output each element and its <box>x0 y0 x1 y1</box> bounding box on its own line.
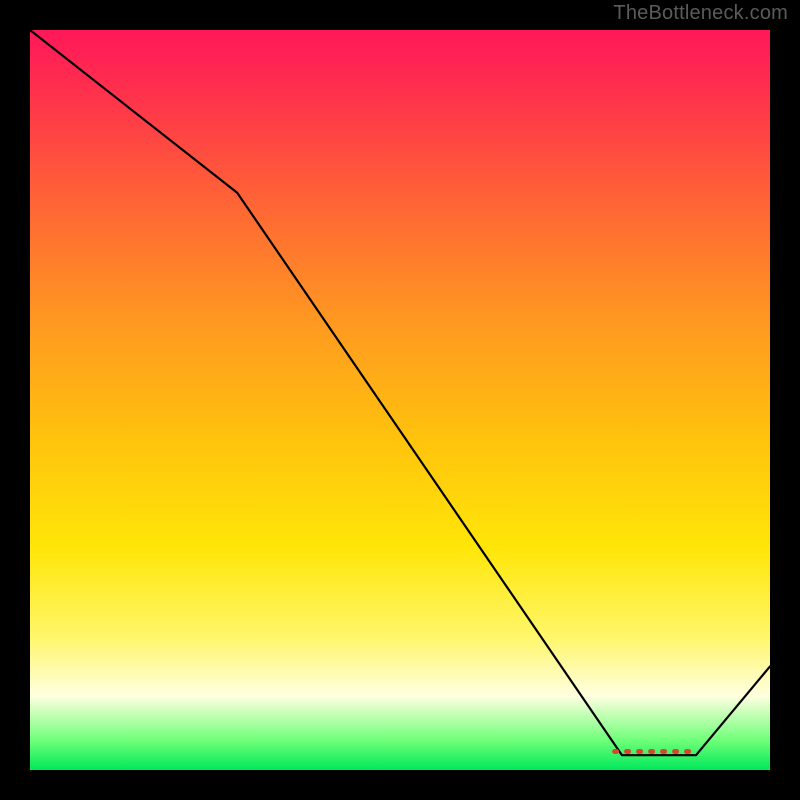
chart-container: TheBottleneck.com <box>0 0 800 800</box>
attribution-text: TheBottleneck.com <box>613 2 788 25</box>
chart-curve <box>30 30 770 755</box>
chart-overlay <box>30 30 770 770</box>
